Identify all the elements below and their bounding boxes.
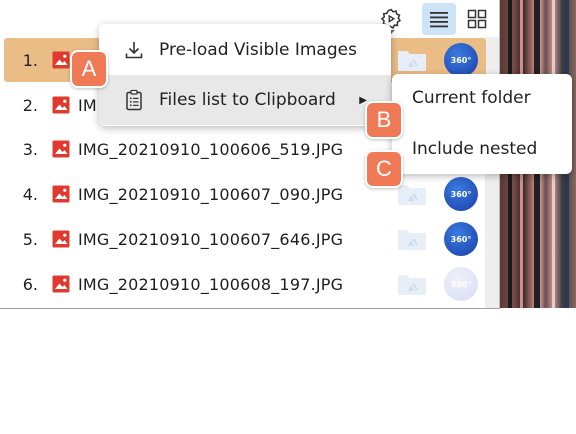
row-index: 2. [22,95,38,115]
callout-a: A [70,50,108,88]
context-menu: Pre-load Visible Images Files list to Cl… [99,24,391,126]
file-name: IMG_20210910_100607_090.JPG [78,184,344,204]
file-name: IM [78,95,97,115]
image-file-icon [52,96,70,114]
grid-view-icon [467,9,487,29]
360-badge-icon[interactable]: 360° [444,267,478,301]
file-name: IMG_20210910_100608_197.JPG [78,274,344,294]
drive-folder-icon[interactable] [396,47,428,73]
callout-c: C [365,150,403,188]
file-name: IMG_20210910_100607_646.JPG [78,229,344,249]
list-view-icon [430,12,448,28]
menu-item-label: Pre-load Visible Images [159,40,357,60]
download-icon [125,42,143,59]
menu-item-preload-visible-images[interactable]: Pre-load Visible Images [99,25,391,75]
360-badge-icon[interactable]: 360° [444,43,478,77]
clipboard-submenu: Current folder Include nested [392,74,572,174]
grid-view-button[interactable] [460,3,494,35]
file-row[interactable]: 5. IMG_20210910_100607_646.JPG 360° [4,217,486,261]
clipboard-list-icon [126,89,142,111]
submenu-item-include-nested[interactable]: Include nested [412,139,537,159]
row-index: 1. [22,50,38,70]
image-file-icon [52,185,70,203]
menu-item-files-list-to-clipboard[interactable]: Files list to Clipboard ▶ [99,75,391,125]
row-index: 4. [22,184,38,204]
menu-item-label: Files list to Clipboard [159,90,336,110]
image-file-icon [52,230,70,248]
row-index: 5. [22,229,38,249]
image-file-icon [52,51,70,69]
image-file-icon [52,140,70,158]
submenu-item-current-folder[interactable]: Current folder [412,88,531,108]
drive-folder-icon[interactable] [396,226,428,252]
list-view-button[interactable] [422,3,456,35]
row-index: 3. [22,139,38,159]
row-index: 6. [22,274,38,294]
file-row[interactable]: 4. IMG_20210910_100607_090.JPG 360° [4,172,486,216]
image-file-icon [52,275,70,293]
drive-folder-icon[interactable] [396,271,428,297]
callout-b: B [365,101,403,139]
file-name: IMG_20210910_100606_519.JPG [78,139,344,159]
file-row[interactable]: 6. IMG_20210910_100608_197.JPG 360° [4,262,486,306]
360-badge-icon[interactable]: 360° [444,222,478,256]
360-badge-icon[interactable]: 360° [444,177,478,211]
